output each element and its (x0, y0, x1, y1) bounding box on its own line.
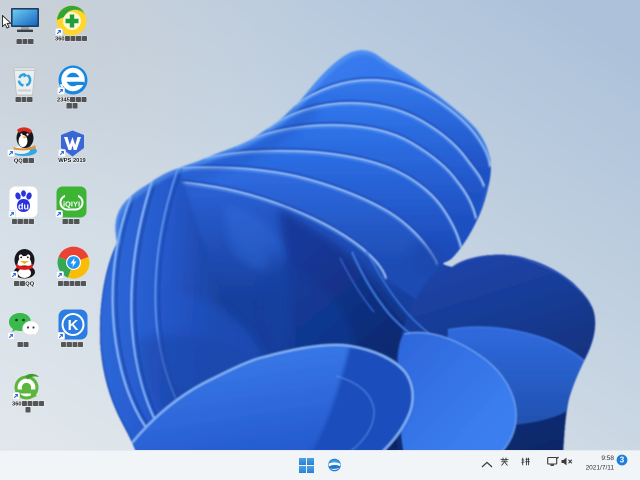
svg-text:K: K (68, 317, 79, 334)
svg-text:du: du (18, 202, 29, 212)
svg-text:iQIYI: iQIYI (63, 200, 80, 209)
svg-text:3: 3 (620, 456, 625, 465)
